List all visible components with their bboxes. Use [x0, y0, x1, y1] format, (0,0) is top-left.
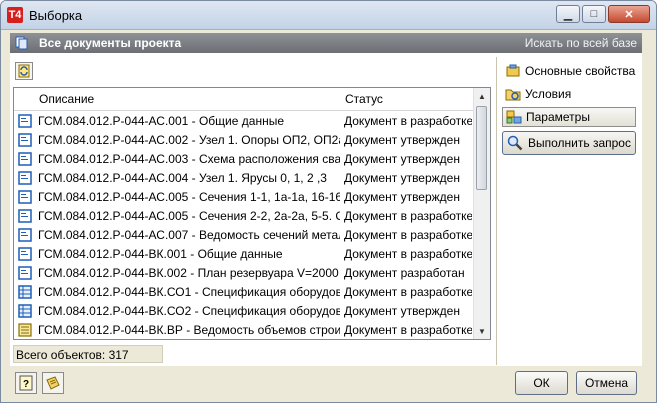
document-icon [18, 190, 32, 204]
document-icon [18, 266, 32, 280]
table-row[interactable]: ГСМ.084.012.Р-044-АС.005 - Сечения 1-1, … [14, 188, 474, 207]
table-row[interactable]: ГСМ.084.012.Р-044-АС.005 - Сечения 2-2, … [14, 207, 474, 226]
sidebar-item-parameters[interactable]: Параметры [502, 107, 636, 127]
row-description: ГСМ.084.012.Р-044-ВК.002 - План резервуа… [38, 266, 340, 280]
row-status: Документ утвержден [344, 304, 460, 318]
query-title: Все документы проекта [39, 36, 182, 50]
document-icon [18, 209, 32, 223]
vertical-scrollbar[interactable]: ▲ ▼ [473, 88, 490, 339]
row-description: ГСМ.084.012.Р-044-АС.003 - Схема располо… [38, 152, 340, 166]
refresh-icon [18, 64, 30, 78]
document-icon [18, 133, 32, 147]
row-status: Документ в разработке [344, 228, 472, 242]
row-status: Документ в разработке [344, 323, 472, 337]
dialog-window: T4 Выборка ▁ □ ✕ Все документы проекта И… [0, 0, 657, 403]
parameters-icon [506, 109, 522, 125]
spreadsheet-icon [18, 304, 32, 318]
maximize-button[interactable]: □ [582, 5, 606, 23]
notes-button[interactable] [42, 372, 64, 394]
sidebar-item-label: Условия [525, 87, 572, 101]
window-title: Выборка [29, 8, 83, 23]
search-all-link[interactable]: Искать по всей базе [525, 36, 637, 50]
row-description: ГСМ.084.012.Р-044-ВК.СО1 - Спецификация … [38, 285, 340, 299]
row-status: Документ утвержден [344, 171, 460, 185]
search-icon [507, 135, 523, 151]
row-description: ГСМ.084.012.Р-044-ВК.СО2 - Спецификация … [38, 304, 340, 318]
query-header: Все документы проекта Искать по всей баз… [10, 33, 642, 53]
properties-icon [505, 63, 521, 79]
app-icon: T4 [7, 7, 23, 23]
row-description: ГСМ.084.012.Р-044-ВК.ВР - Ведомость объе… [38, 323, 340, 337]
row-description: ГСМ.084.012.Р-044-АС.007 - Ведомость сеч… [38, 228, 340, 242]
sidebar-item-properties[interactable]: Основные свойства [502, 61, 636, 81]
svg-text:?: ? [23, 379, 29, 390]
row-status: Документ в разработке [344, 209, 472, 223]
row-description: ГСМ.084.012.Р-044-АС.005 - Сечения 1-1, … [38, 190, 340, 204]
sidebar-item-label: Параметры [526, 110, 590, 124]
document-icon [18, 228, 32, 242]
minimize-button[interactable]: ▁ [556, 5, 580, 23]
document-icon [18, 152, 32, 166]
documents-icon [15, 36, 28, 50]
row-status: Документ в разработке [344, 247, 472, 261]
results-list[interactable]: Описание Статус ГСМ.084.012.Р-044-АС.001… [13, 87, 491, 340]
table-row[interactable]: ГСМ.084.012.Р-044-АС.002 - Узел 1. Опоры… [14, 131, 474, 150]
help-button[interactable]: ? [15, 372, 37, 394]
row-status: Документ утвержден [344, 152, 460, 166]
scroll-thumb[interactable] [476, 106, 487, 190]
row-status: Документ утвержден [344, 190, 460, 204]
row-description: ГСМ.084.012.Р-044-ВК.001 - Общие данные [38, 247, 283, 261]
row-description: ГСМ.084.012.Р-044-АС.004 - Узел 1. Ярусы… [38, 171, 327, 185]
table-row[interactable]: ГСМ.084.012.Р-044-ВК.002 - План резервуа… [14, 264, 474, 283]
row-status: Документ в разработке [344, 285, 472, 299]
row-description: ГСМ.084.012.Р-044-АС.002 - Узел 1. Опоры… [38, 133, 340, 147]
document-icon [18, 171, 32, 185]
maximize-icon: □ [590, 8, 598, 20]
panel-divider [496, 57, 497, 365]
notes-icon [46, 376, 60, 390]
table-row[interactable]: ГСМ.084.012.Р-044-ВК.СО1 - Спецификация … [14, 283, 474, 302]
close-icon: ✕ [624, 8, 634, 21]
row-description: ГСМ.084.012.Р-044-АС.005 - Сечения 2-2, … [38, 209, 340, 223]
document-icon [18, 114, 32, 128]
minimize-icon: ▁ [563, 8, 573, 21]
folder-icon [505, 86, 521, 102]
sidebar-item-label: Основные свойства [525, 64, 636, 78]
column-header-description[interactable]: Описание [39, 92, 94, 106]
table-row[interactable]: ГСМ.084.012.Р-044-ВК.ВР - Ведомость объе… [14, 321, 474, 340]
scroll-down-icon[interactable]: ▼ [476, 325, 488, 337]
table-row[interactable]: ГСМ.084.012.Р-044-ВК.001 - Общие данные Д… [14, 245, 474, 264]
document-icon [18, 247, 32, 261]
close-button[interactable]: ✕ [608, 5, 650, 23]
row-status: Документ в разработке [344, 114, 472, 128]
refresh-button[interactable] [15, 62, 33, 80]
table-row[interactable]: ГСМ.084.012.Р-044-АС.007 - Ведомость сеч… [14, 226, 474, 245]
row-status: Документ разработан [344, 266, 465, 280]
help-icon: ? [19, 375, 33, 391]
title-bar[interactable]: T4 Выборка ▁ □ ✕ [1, 1, 656, 30]
table-row[interactable]: ГСМ.084.012.Р-044-АС.004 - Узел 1. Ярусы… [14, 169, 474, 188]
row-description: ГСМ.084.012.Р-044-АС.001 - Общие данные [38, 114, 284, 128]
object-count: Всего объектов: 317 [13, 345, 163, 363]
list-header: Описание Статус [14, 88, 474, 111]
execute-query-label: Выполнить запрос [528, 136, 631, 150]
scroll-up-icon[interactable]: ▲ [476, 90, 488, 102]
sidebar-item-conditions[interactable]: Условия [502, 84, 636, 104]
spreadsheet-icon [18, 285, 32, 299]
table-row[interactable]: ГСМ.084.012.Р-044-ВК.СО2 - Спецификация … [14, 302, 474, 321]
execute-query-button[interactable]: Выполнить запрос [502, 131, 636, 155]
table-row[interactable]: ГСМ.084.012.Р-044-АС.003 - Схема располо… [14, 150, 474, 169]
column-header-status[interactable]: Статус [345, 92, 383, 106]
cancel-button[interactable]: Отмена [576, 371, 637, 395]
table-doc-icon [18, 323, 32, 337]
window-controls: ▁ □ ✕ [556, 5, 650, 23]
row-status: Документ утвержден [344, 133, 460, 147]
object-count-text: Всего объектов: 317 [16, 348, 129, 362]
ok-button[interactable]: ОК [515, 371, 568, 395]
table-row[interactable]: ГСМ.084.012.Р-044-АС.001 - Общие данные Д… [14, 112, 474, 131]
